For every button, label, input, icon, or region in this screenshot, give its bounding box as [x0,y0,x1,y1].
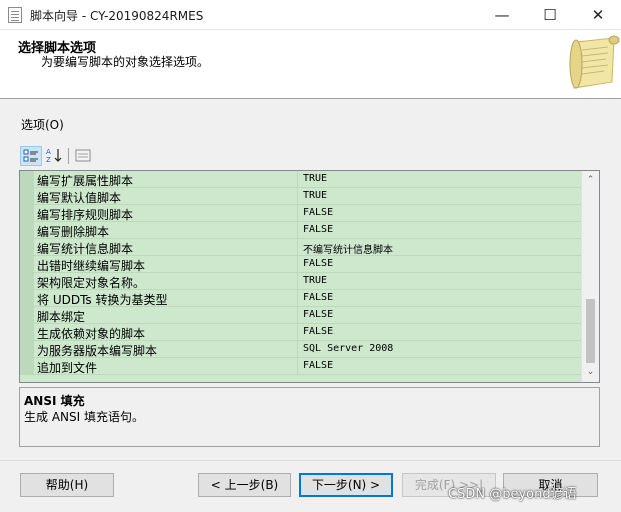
property-name: 编写删除脚本 [37,225,110,239]
property-value[interactable]: FALSE [303,292,333,303]
svg-text:A: A [46,148,51,156]
property-value[interactable]: FALSE [303,326,333,337]
row-gutter [20,188,34,205]
column-divider [297,205,298,222]
property-value[interactable]: FALSE [303,309,333,320]
scroll-thumb[interactable] [586,299,595,363]
column-divider [297,239,298,256]
description-title: ANSI 填充 [24,394,85,408]
property-rows: 编写扩展属性脚本 TRUE 编写默认值脚本 TRUE 编写排序规则脚本 FALSE 编写删除… [20,171,581,375]
table-row[interactable]: 编写排序规则脚本 FALSE [20,205,581,222]
property-name: 编写扩展属性脚本 [37,174,134,188]
column-divider [297,324,298,341]
watermark: CSDN @beyond谚语 [448,487,577,502]
row-gutter [20,358,34,375]
scroll-down-icon[interactable]: ⌄ [582,364,599,381]
property-name: 编写默认值脚本 [37,191,122,205]
row-gutter [20,307,34,324]
alphabetical-button[interactable]: A Z [44,146,66,166]
page-subtitle: 为要编写脚本的对象选择选项。 [41,55,210,69]
scroll-up-icon[interactable]: ⌃ [582,172,599,189]
property-name: 为服务器版本编写脚本 [37,344,158,358]
row-gutter [20,171,34,188]
column-divider [297,171,298,188]
column-divider [297,256,298,273]
property-value[interactable]: FALSE [303,224,333,235]
table-row[interactable]: 脚本绑定 FALSE [20,307,581,324]
description-text: 生成 ANSI 填充语句。 [24,410,144,424]
table-row[interactable]: 架构限定对象名称。 TRUE [20,273,581,290]
row-gutter [20,239,34,256]
property-value[interactable]: TRUE [303,190,327,201]
table-row[interactable]: 出错时继续编写脚本 FALSE [20,256,581,273]
description-panel: ANSI 填充 生成 ANSI 填充语句。 [19,387,600,447]
column-divider [297,341,298,358]
table-row[interactable]: 编写扩展属性脚本 TRUE [20,171,581,188]
categorized-icon [23,149,38,162]
property-value[interactable]: 不编写统计信息脚本 [303,241,393,256]
footer-divider [0,460,621,461]
app-document-icon [8,7,22,23]
column-divider [297,222,298,239]
help-button[interactable]: 帮助(H) [20,473,114,497]
property-value[interactable]: TRUE [303,275,327,286]
row-gutter [20,324,34,341]
property-name: 脚本绑定 [37,310,86,324]
property-grid[interactable]: 编写扩展属性脚本 TRUE 编写默认值脚本 TRUE 编写排序规则脚本 FALSE 编写删除… [19,170,600,383]
table-row[interactable]: 编写默认值脚本 TRUE [20,188,581,205]
property-value[interactable]: FALSE [303,258,333,269]
property-pages-button[interactable] [73,146,95,166]
table-row[interactable]: 生成依赖对象的脚本 FALSE [20,324,581,341]
scroll-parchment-icon [569,35,620,89]
back-button[interactable]: < 上一步(B) [198,473,291,497]
minimize-button[interactable]: — [479,0,525,30]
window-title: 脚本向导 - CY-20190824RMES [30,9,204,23]
svg-text:Z: Z [46,156,51,164]
property-pages-icon [75,149,91,162]
options-label: 选项(O) [21,118,64,132]
property-name: 编写统计信息脚本 [37,242,134,256]
title-bar: 脚本向导 - CY-20190824RMES — ☐ ✕ [0,0,621,30]
property-name: 将 UDDTs 转换为基类型 [37,293,168,307]
close-button[interactable]: ✕ [575,0,621,30]
table-row[interactable]: 追加到文件 FALSE [20,358,581,375]
property-name: 生成依赖对象的脚本 [37,327,146,341]
row-gutter [20,222,34,239]
next-button[interactable]: 下一步(N) > [299,473,393,497]
maximize-button[interactable]: ☐ [527,0,573,30]
property-name: 追加到文件 [37,361,98,375]
table-row[interactable]: 为服务器版本编写脚本 SQL Server 2008 [20,341,581,358]
row-gutter [20,341,34,358]
property-name: 编写排序规则脚本 [37,208,134,222]
column-divider [297,273,298,290]
property-value[interactable]: FALSE [303,207,333,218]
table-row[interactable]: 将 UDDTs 转换为基类型 FALSE [20,290,581,307]
row-gutter [20,290,34,307]
property-name: 架构限定对象名称。 [37,276,146,290]
column-divider [297,358,298,375]
grid-scrollbar[interactable]: ⌃ ⌄ [581,171,599,382]
column-divider [297,290,298,307]
sort-az-icon: A Z [46,148,62,164]
property-value[interactable]: TRUE [303,173,327,184]
property-name: 出错时继续编写脚本 [37,259,146,273]
categorized-button[interactable] [20,146,42,166]
column-divider [297,307,298,324]
property-value[interactable]: FALSE [303,360,333,371]
toolbar-separator [68,148,69,164]
column-divider [297,188,298,205]
row-gutter [20,256,34,273]
row-gutter [20,273,34,290]
row-gutter [20,205,34,222]
table-row[interactable]: 编写删除脚本 FALSE [20,222,581,239]
table-row[interactable]: 编写统计信息脚本 不编写统计信息脚本 [20,239,581,256]
property-value[interactable]: SQL Server 2008 [303,343,393,354]
